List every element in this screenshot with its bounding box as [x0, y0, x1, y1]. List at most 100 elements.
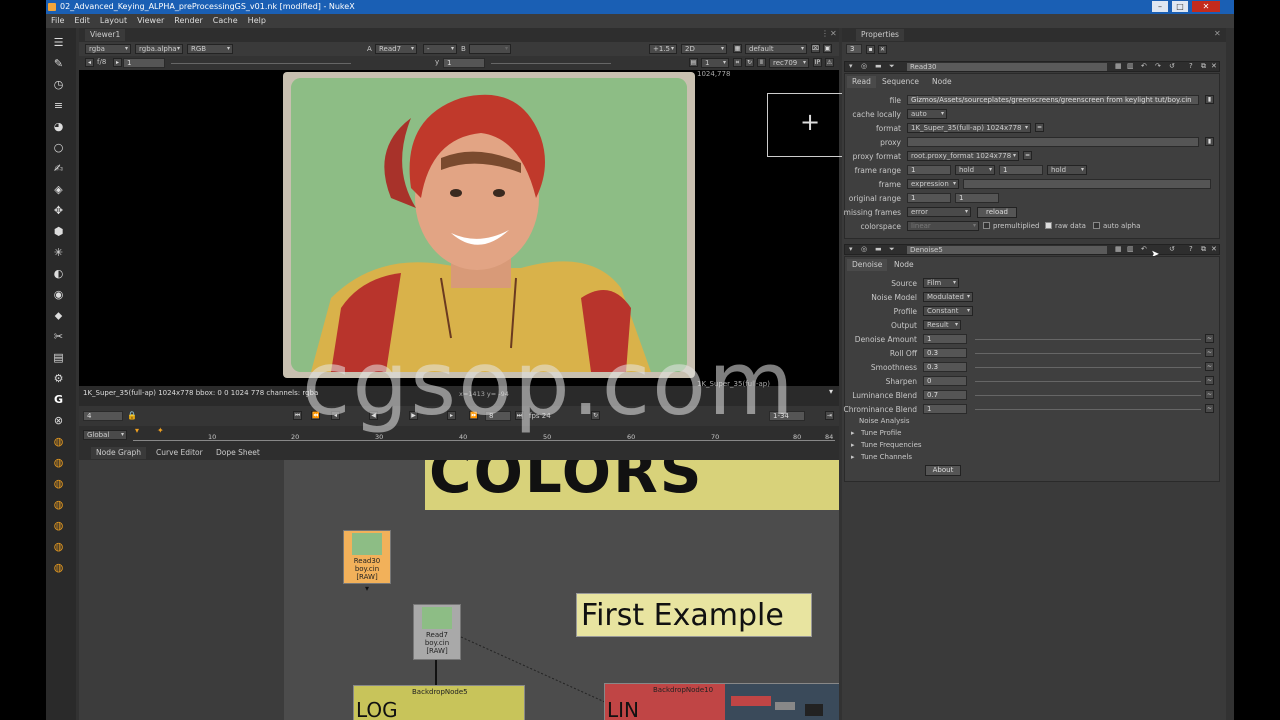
output-dropdown[interactable]: Result [923, 320, 961, 330]
redo-icon[interactable]: ↷ [1155, 62, 1161, 70]
time-icon[interactable]: ◷ [52, 78, 65, 91]
paste-icon[interactable]: ▥ [1127, 62, 1134, 70]
frame-icon[interactable]: ▤ [689, 58, 698, 67]
merge-icon[interactable]: ◈ [52, 183, 65, 196]
pane-menu-icon[interactable]: ⋮ [821, 29, 829, 38]
particles-icon[interactable]: ✳ [52, 246, 65, 259]
noise-model-dropdown[interactable]: Modulated [923, 292, 973, 302]
roll-off-field[interactable]: 0.3 [923, 348, 967, 358]
menu-layout[interactable]: Layout [95, 14, 132, 28]
menu-viewer[interactable]: Viewer [132, 14, 169, 28]
denoise-close-icon[interactable]: ✕ [1211, 245, 1217, 253]
expand-tune-profile-icon[interactable]: ▸ [851, 429, 855, 437]
frame-mode-dropdown[interactable]: expression [907, 179, 959, 189]
denoise-amount-field[interactable]: 1 [923, 334, 967, 344]
read-tab-sequence[interactable]: Sequence [877, 76, 924, 88]
luminance-blend-anim-icon[interactable]: ~ [1205, 390, 1214, 399]
gain-field[interactable]: 1 [123, 58, 165, 68]
help-icon[interactable]: ? [1189, 62, 1193, 70]
minimize-button[interactable]: – [1152, 1, 1168, 12]
frame-range-end[interactable]: 1 [999, 165, 1043, 175]
deep-icon[interactable]: ◐ [52, 267, 65, 280]
read-node-name[interactable]: Read30 [907, 63, 1107, 71]
copy-icon[interactable]: ▦ [1115, 62, 1122, 70]
sharpen-anim-icon[interactable]: ~ [1205, 376, 1214, 385]
section-noise-analysis[interactable]: Noise Analysis [859, 417, 909, 425]
reload-button[interactable]: reload [977, 207, 1017, 218]
transform-icon[interactable]: ✥ [52, 204, 65, 217]
read7-node[interactable]: Read7 boy.cin [RAW] [413, 604, 461, 660]
raw-data-checkbox[interactable] [1045, 222, 1052, 229]
denoise-paste-icon[interactable]: ▥ [1127, 245, 1134, 253]
denoise-node-name[interactable]: Denoise5 [907, 246, 1107, 254]
node-color-icon[interactable]: ◎ [861, 62, 867, 70]
node-icon[interactable]: ▬ [875, 62, 882, 70]
fstop-next-icon[interactable]: ▸ [113, 58, 122, 67]
refresh-icon[interactable]: ↻ [745, 58, 754, 67]
chrominance-blend-field[interactable]: 1 [923, 404, 967, 414]
color-icon[interactable]: ◕ [52, 120, 65, 133]
smoothness-field[interactable]: 0.3 [923, 362, 967, 372]
auto-alpha-checkbox[interactable] [1093, 222, 1100, 229]
chrominance-blend-slider[interactable] [975, 409, 1201, 410]
section-tune-channels[interactable]: Tune Channels [861, 453, 912, 461]
expand-tune-channels-icon[interactable]: ▸ [851, 453, 855, 461]
menu-cache[interactable]: Cache [208, 14, 243, 28]
gamma-field[interactable]: 1 [443, 58, 485, 68]
sticky-first-example[interactable]: First Example [576, 593, 812, 637]
navigator-box[interactable]: + [767, 93, 851, 157]
denoise-node-icon[interactable]: ▬ [875, 245, 882, 253]
filter-icon[interactable]: ○ [52, 141, 65, 154]
denoise-amount-anim-icon[interactable]: ~ [1205, 334, 1214, 343]
cache-dropdown[interactable]: auto [907, 109, 947, 119]
menu-edit[interactable]: Edit [69, 14, 95, 28]
view-mode-dropdown[interactable]: 2D [681, 44, 727, 54]
plugin-7-icon[interactable]: ◍ [52, 561, 65, 574]
playhead-marker[interactable]: ✦ [157, 426, 164, 435]
plugin-6-icon[interactable]: ◍ [52, 540, 65, 553]
plugin-5-icon[interactable]: ◍ [52, 519, 65, 532]
revert-icon[interactable]: ⏷ [889, 62, 895, 71]
denoise-tab-node[interactable]: Node [889, 259, 919, 271]
before-dropdown[interactable]: hold [955, 165, 995, 175]
backdrop-node5[interactable]: BackdropNode5 LOG [353, 685, 525, 720]
denoise-tab-denoise[interactable]: Denoise [847, 259, 888, 271]
input-b-dropdown[interactable] [469, 44, 511, 54]
views-icon[interactable]: ◉ [52, 288, 65, 301]
channel-icon[interactable]: ≡ [52, 99, 65, 112]
gizmo-g-icon[interactable]: G [52, 393, 65, 406]
lock-panels-icon[interactable]: ▪ [866, 45, 875, 54]
metadata-icon[interactable]: ⬥ [52, 309, 65, 322]
info-expand-icon[interactable]: ▾ [829, 387, 833, 396]
collapse-icon[interactable]: ▾ [849, 62, 853, 70]
tab-dope-sheet[interactable]: Dope Sheet [211, 447, 265, 459]
about-button[interactable]: About [925, 465, 961, 476]
range-lock-icon[interactable]: ⇥ [825, 411, 834, 420]
other-icon[interactable]: ▤ [52, 351, 65, 364]
chrominance-blend-anim-icon[interactable]: ~ [1205, 404, 1214, 413]
image-menu-icon[interactable]: ☰ [52, 36, 65, 49]
gain-slider[interactable] [171, 63, 351, 64]
tab-node-graph[interactable]: Node Graph [91, 447, 146, 459]
ip-icon[interactable]: IP [813, 58, 822, 67]
wipe-op-dropdown[interactable]: - [423, 44, 457, 54]
colorspace-dropdown[interactable]: linear [907, 221, 979, 231]
3d-icon[interactable]: ⬢ [52, 225, 65, 238]
channels-dropdown[interactable]: rgba [85, 44, 131, 54]
menu-render[interactable]: Render [169, 14, 207, 28]
furnace-icon[interactable]: ⚙ [52, 372, 65, 385]
gamma-slider[interactable] [491, 63, 611, 64]
denoise-collapse-icon[interactable]: ▾ [849, 245, 853, 253]
format-edit-icon[interactable]: ═ [1035, 123, 1044, 132]
menu-file[interactable]: File [46, 14, 69, 28]
luminance-blend-field[interactable]: 0.7 [923, 390, 967, 400]
read-tab-node[interactable]: Node [927, 76, 957, 88]
float-icon[interactable]: ⧉ [1201, 62, 1206, 71]
denoise-help-icon[interactable]: ? [1189, 245, 1193, 253]
restore-icon[interactable]: ↺ [1169, 62, 1175, 70]
denoise-float-icon[interactable]: ⧉ [1201, 245, 1206, 254]
gain-dropdown[interactable]: +1.5 [649, 44, 677, 54]
read-panel-close-icon[interactable]: ✕ [1211, 62, 1217, 70]
proxy-browse-icon[interactable]: ▮ [1205, 137, 1214, 146]
close-window-button[interactable]: ✕ [1192, 1, 1220, 12]
